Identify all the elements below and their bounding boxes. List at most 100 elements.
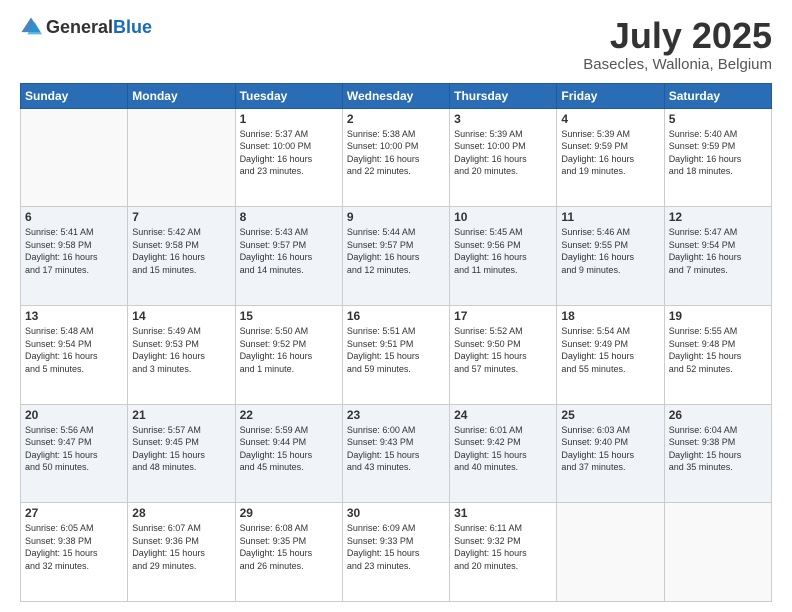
day-number: 12	[669, 210, 767, 224]
table-row: 26Sunrise: 6:04 AM Sunset: 9:38 PM Dayli…	[664, 404, 771, 503]
day-info: Sunrise: 5:39 AM Sunset: 10:00 PM Daylig…	[454, 128, 552, 178]
day-number: 3	[454, 112, 552, 126]
calendar-week-row: 1 Sunrise: 5:37 AM Sunset: 10:00 PM Dayli…	[21, 108, 772, 207]
title-area: July 2025 Basecles, Wallonia, Belgium	[583, 16, 772, 73]
day-info: Sunrise: 5:38 AM Sunset: 10:00 PM Daylig…	[347, 128, 445, 178]
table-row: 4 Sunrise: 5:39 AM Sunset: 9:59 PM Daylig…	[557, 108, 664, 207]
table-row: 16 Sunrise: 5:51 AM Sunset: 9:51 PM Dayli…	[342, 305, 449, 404]
logo-blue: Blue	[113, 17, 152, 37]
day-number: 5	[669, 112, 767, 126]
table-row: 9 Sunrise: 5:44 AM Sunset: 9:57 PM Daylig…	[342, 207, 449, 306]
day-number: 24	[454, 408, 552, 422]
day-number: 17	[454, 309, 552, 323]
day-number: 4	[561, 112, 659, 126]
logo: GeneralBlue	[20, 16, 152, 38]
table-row: 19Sunrise: 5:55 AM Sunset: 9:48 PM Dayli…	[664, 305, 771, 404]
table-row	[128, 108, 235, 207]
day-info: Sunrise: 6:11 AM Sunset: 9:32 PM Dayligh…	[454, 522, 552, 572]
day-number: 2	[347, 112, 445, 126]
day-number: 31	[454, 506, 552, 520]
day-info: Sunrise: 6:07 AM Sunset: 9:36 PM Dayligh…	[132, 522, 230, 572]
day-number: 1	[240, 112, 338, 126]
table-row: 2 Sunrise: 5:38 AM Sunset: 10:00 PM Dayli…	[342, 108, 449, 207]
table-row: 17 Sunrise: 5:52 AM Sunset: 9:50 PM Dayli…	[450, 305, 557, 404]
table-row: 27 Sunrise: 6:05 AM Sunset: 9:38 PM Dayli…	[21, 503, 128, 602]
day-info: Sunrise: 5:45 AM Sunset: 9:56 PM Dayligh…	[454, 226, 552, 276]
table-row: 18 Sunrise: 5:54 AM Sunset: 9:49 PM Dayli…	[557, 305, 664, 404]
table-row: 21 Sunrise: 5:57 AM Sunset: 9:45 PM Dayli…	[128, 404, 235, 503]
day-info: Sunrise: 5:46 AM Sunset: 9:55 PM Dayligh…	[561, 226, 659, 276]
day-number: 9	[347, 210, 445, 224]
col-saturday: Saturday	[664, 83, 771, 108]
header: GeneralBlue July 2025 Basecles, Wallonia…	[20, 16, 772, 73]
day-info: Sunrise: 5:54 AM Sunset: 9:49 PM Dayligh…	[561, 325, 659, 375]
day-number: 21	[132, 408, 230, 422]
day-info: Sunrise: 5:42 AM Sunset: 9:58 PM Dayligh…	[132, 226, 230, 276]
day-info: Sunrise: 5:55 AM Sunset: 9:48 PM Dayligh…	[669, 325, 767, 375]
table-row: 31 Sunrise: 6:11 AM Sunset: 9:32 PM Dayli…	[450, 503, 557, 602]
day-info: Sunrise: 5:39 AM Sunset: 9:59 PM Dayligh…	[561, 128, 659, 178]
col-sunday: Sunday	[21, 83, 128, 108]
table-row: 5Sunrise: 5:40 AM Sunset: 9:59 PM Daylig…	[664, 108, 771, 207]
day-info: Sunrise: 5:44 AM Sunset: 9:57 PM Dayligh…	[347, 226, 445, 276]
day-number: 28	[132, 506, 230, 520]
col-wednesday: Wednesday	[342, 83, 449, 108]
calendar-header-row: Sunday Monday Tuesday Wednesday Thursday…	[21, 83, 772, 108]
day-number: 27	[25, 506, 123, 520]
day-number: 14	[132, 309, 230, 323]
day-number: 11	[561, 210, 659, 224]
calendar-week-row: 6Sunrise: 5:41 AM Sunset: 9:58 PM Daylig…	[21, 207, 772, 306]
day-number: 7	[132, 210, 230, 224]
day-info: Sunrise: 5:52 AM Sunset: 9:50 PM Dayligh…	[454, 325, 552, 375]
table-row: 7 Sunrise: 5:42 AM Sunset: 9:58 PM Daylig…	[128, 207, 235, 306]
table-row: 30Sunrise: 6:09 AM Sunset: 9:33 PM Dayli…	[342, 503, 449, 602]
month-title: July 2025	[583, 16, 772, 56]
table-row: 10 Sunrise: 5:45 AM Sunset: 9:56 PM Dayli…	[450, 207, 557, 306]
table-row: 22 Sunrise: 5:59 AM Sunset: 9:44 PM Dayli…	[235, 404, 342, 503]
table-row: 25Sunrise: 6:03 AM Sunset: 9:40 PM Dayli…	[557, 404, 664, 503]
table-row: 1 Sunrise: 5:37 AM Sunset: 10:00 PM Dayli…	[235, 108, 342, 207]
day-info: Sunrise: 6:08 AM Sunset: 9:35 PM Dayligh…	[240, 522, 338, 572]
day-number: 26	[669, 408, 767, 422]
day-info: Sunrise: 5:51 AM Sunset: 9:51 PM Dayligh…	[347, 325, 445, 375]
day-number: 13	[25, 309, 123, 323]
day-info: Sunrise: 5:50 AM Sunset: 9:52 PM Dayligh…	[240, 325, 338, 375]
day-info: Sunrise: 5:56 AM Sunset: 9:47 PM Dayligh…	[25, 424, 123, 474]
calendar-table: Sunday Monday Tuesday Wednesday Thursday…	[20, 83, 772, 602]
calendar-week-row: 13 Sunrise: 5:48 AM Sunset: 9:54 PM Dayli…	[21, 305, 772, 404]
day-info: Sunrise: 5:59 AM Sunset: 9:44 PM Dayligh…	[240, 424, 338, 474]
table-row	[21, 108, 128, 207]
table-row: 3 Sunrise: 5:39 AM Sunset: 10:00 PM Dayli…	[450, 108, 557, 207]
day-number: 18	[561, 309, 659, 323]
day-number: 10	[454, 210, 552, 224]
col-thursday: Thursday	[450, 83, 557, 108]
day-info: Sunrise: 5:37 AM Sunset: 10:00 PM Daylig…	[240, 128, 338, 178]
day-number: 22	[240, 408, 338, 422]
day-number: 6	[25, 210, 123, 224]
day-number: 25	[561, 408, 659, 422]
day-info: Sunrise: 5:48 AM Sunset: 9:54 PM Dayligh…	[25, 325, 123, 375]
day-info: Sunrise: 6:00 AM Sunset: 9:43 PM Dayligh…	[347, 424, 445, 474]
table-row: 6Sunrise: 5:41 AM Sunset: 9:58 PM Daylig…	[21, 207, 128, 306]
day-info: Sunrise: 5:57 AM Sunset: 9:45 PM Dayligh…	[132, 424, 230, 474]
day-info: Sunrise: 5:49 AM Sunset: 9:53 PM Dayligh…	[132, 325, 230, 375]
col-monday: Monday	[128, 83, 235, 108]
table-row: 29 Sunrise: 6:08 AM Sunset: 9:35 PM Dayli…	[235, 503, 342, 602]
day-info: Sunrise: 6:05 AM Sunset: 9:38 PM Dayligh…	[25, 522, 123, 572]
location-title: Basecles, Wallonia, Belgium	[583, 56, 772, 73]
day-info: Sunrise: 5:47 AM Sunset: 9:54 PM Dayligh…	[669, 226, 767, 276]
table-row: 15 Sunrise: 5:50 AM Sunset: 9:52 PM Dayli…	[235, 305, 342, 404]
table-row: 28 Sunrise: 6:07 AM Sunset: 9:36 PM Dayli…	[128, 503, 235, 602]
page: GeneralBlue July 2025 Basecles, Wallonia…	[0, 0, 792, 612]
day-number: 29	[240, 506, 338, 520]
table-row: 12 Sunrise: 5:47 AM Sunset: 9:54 PM Dayli…	[664, 207, 771, 306]
table-row: 11 Sunrise: 5:46 AM Sunset: 9:55 PM Dayli…	[557, 207, 664, 306]
day-number: 30	[347, 506, 445, 520]
calendar-week-row: 27 Sunrise: 6:05 AM Sunset: 9:38 PM Dayli…	[21, 503, 772, 602]
day-number: 16	[347, 309, 445, 323]
day-number: 15	[240, 309, 338, 323]
day-number: 23	[347, 408, 445, 422]
table-row	[557, 503, 664, 602]
table-row: 8Sunrise: 5:43 AM Sunset: 9:57 PM Daylig…	[235, 207, 342, 306]
table-row: 20Sunrise: 5:56 AM Sunset: 9:47 PM Dayli…	[21, 404, 128, 503]
